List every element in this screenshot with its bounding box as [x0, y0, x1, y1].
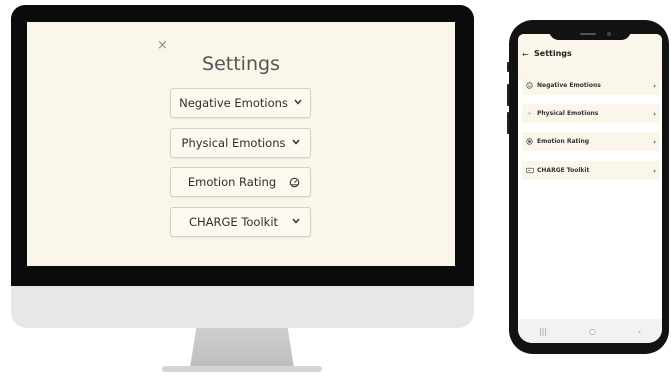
button-label: Emotion Rating: [187, 175, 277, 189]
emotion-rating-button[interactable]: Emotion Rating: [170, 167, 311, 197]
charge-toolkit-button[interactable]: CHARGE Toolkit: [170, 207, 311, 237]
mobile-item-label: Emotion Rating: [537, 138, 590, 145]
mobile-header: ← Settings: [518, 34, 662, 79]
spark-icon: [526, 110, 533, 117]
chevron-right-icon: ›: [653, 137, 656, 146]
phone-speaker: [580, 33, 596, 35]
android-nav-bar: ||| ○ ‹: [518, 319, 662, 343]
toolkit-icon: [526, 167, 534, 174]
mobile-item-emotion-rating[interactable]: Emotion Rating ›: [522, 132, 660, 151]
chevron-right-icon: ›: [653, 81, 656, 90]
button-label: CHARGE Toolkit: [188, 215, 279, 229]
back-arrow-icon[interactable]: ←: [522, 50, 529, 59]
close-icon[interactable]: ×: [157, 39, 168, 52]
negative-emotions-button[interactable]: Negative Emotions: [170, 88, 311, 118]
chevron-right-icon: ›: [653, 109, 656, 118]
monitor-foot: [162, 366, 322, 372]
radio-icon: [526, 138, 533, 145]
mobile-item-physical-emotions[interactable]: Physical Emotions ›: [522, 104, 660, 123]
phone-camera: [607, 32, 611, 36]
mobile-item-charge-toolkit[interactable]: CHARGE Toolkit ›: [522, 161, 660, 180]
physical-emotions-button[interactable]: Physical Emotions: [170, 128, 311, 158]
chevron-down-icon: [294, 98, 302, 108]
recent-apps-icon[interactable]: |||: [539, 327, 547, 336]
phone-notch: [549, 24, 631, 40]
button-label: Physical Emotions: [181, 136, 286, 150]
mobile-page-title: Settings: [534, 49, 572, 58]
chevron-down-icon: [292, 138, 300, 148]
emoji-icon: [526, 82, 533, 89]
monitor-stand: [190, 328, 294, 368]
home-icon[interactable]: ○: [589, 327, 596, 336]
mobile-item-label: Physical Emotions: [537, 110, 599, 117]
mobile-item-label: CHARGE Toolkit: [537, 167, 590, 174]
mobile-item-label: Negative Emotions: [537, 82, 601, 89]
desktop-settings-screen: × Settings Negative Emotions Physical Em…: [27, 22, 455, 266]
mobile-item-negative-emotions[interactable]: Negative Emotions ›: [522, 76, 660, 95]
page-title: Settings: [202, 53, 280, 75]
monitor-chin: [11, 286, 474, 328]
gauge-icon: [289, 177, 300, 188]
chevron-right-icon: ›: [653, 166, 656, 175]
chevron-down-icon: [292, 217, 300, 227]
back-icon[interactable]: ‹: [638, 327, 641, 336]
mobile-settings-screen: ← Settings Negative Emotions › Physical …: [518, 34, 662, 343]
button-label: Negative Emotions: [179, 96, 288, 110]
